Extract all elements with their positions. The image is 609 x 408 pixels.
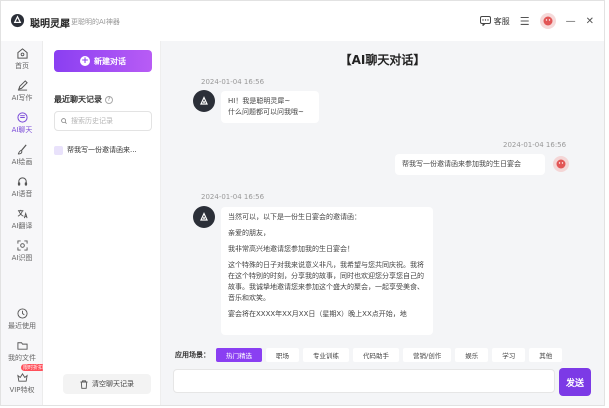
message-line: 帮我写一份邀请函来参加我的生日宴会 (402, 160, 521, 168)
bot-avatar (193, 206, 215, 228)
home-icon (16, 47, 28, 59)
scene-chip-entertainment[interactable]: 娱乐 (455, 348, 489, 362)
bot-avatar (193, 90, 215, 112)
vip-icon (16, 372, 28, 382)
chat-bubble-icon (54, 145, 63, 155)
message-paragraph: 当然可以，以下是一份生日宴会的邀请函： (228, 213, 361, 221)
user-message-bubble: 帮我写一份邀请函来参加我的生日宴会 (395, 154, 545, 175)
folder-icon (16, 341, 28, 350)
message-timestamp: 2024-01-04 16:56 (503, 141, 567, 149)
message-input[interactable] (173, 369, 555, 393)
headphone-icon (17, 176, 27, 186)
nav-item-voice[interactable]: AI语音 (1, 171, 43, 203)
user-avatar[interactable] (539, 13, 556, 29)
message-paragraph: 亲爱的朋友， (228, 229, 270, 237)
avatar-face-icon (543, 16, 553, 26)
nav-label: AI绘画 (11, 157, 33, 166)
history-item[interactable]: 帮我写一份邀请函来... (54, 145, 154, 155)
nav-item-writing[interactable]: AI写作 (1, 75, 43, 107)
nav-label: AI聊天 (11, 125, 33, 134)
user-message-avatar (553, 156, 569, 172)
chat-icon (16, 111, 28, 123)
history-search[interactable] (54, 111, 152, 131)
bot-logo-icon (200, 96, 208, 105)
message-line: 什么问题都可以问我哦~ (228, 108, 304, 116)
scan-icon (16, 239, 28, 251)
scene-selector: 应用场景： 热门精选 职场 专业训练 代码助手 营销/创作 娱乐 学习 其他 (175, 348, 563, 362)
nav-label: AI识图 (11, 253, 33, 262)
app-logo-icon (10, 13, 25, 28)
message-paragraph: 宴会将在XXXX年XX月XX日（星期X）晚上XX点开始，地 (228, 310, 407, 318)
nav-label: 我的文件 (8, 353, 36, 362)
scene-label: 应用场景： (175, 351, 210, 359)
trash-icon (80, 379, 88, 389)
new-chat-label: 新建对话 (94, 56, 126, 66)
nav-item-chat[interactable]: AI聊天 (1, 107, 43, 139)
scene-chip-study[interactable]: 学习 (492, 348, 526, 362)
scene-chip-training[interactable]: 专业训练 (303, 348, 349, 362)
menu-icon[interactable]: ☰ (520, 15, 530, 28)
nav-item-files[interactable]: 我的文件 (1, 335, 43, 367)
nav-item-painting[interactable]: AI绘画 (1, 139, 43, 171)
minimize-icon[interactable]: — (566, 16, 576, 27)
plus-icon: + (80, 56, 90, 66)
bot-logo-icon (200, 212, 208, 221)
app-name: 聪明灵犀 (30, 19, 70, 30)
nav-label: 首页 (15, 61, 29, 70)
help-icon[interactable]: ? (105, 95, 113, 104)
customer-service-button[interactable]: 客服 (479, 16, 510, 27)
nav-item-recent[interactable]: 最近使用 (1, 303, 43, 335)
translate-icon (17, 209, 28, 218)
top-bar: 聪明灵犀 更聪明的AI神器 客服 ☰ — ✕ (1, 1, 604, 41)
nav-item-home[interactable]: 首页 (1, 43, 43, 75)
bot-message-bubble: 当然可以，以下是一份生日宴会的邀请函： 亲爱的朋友， 我非常高兴地邀请您参加我的… (221, 207, 433, 335)
scene-chip-marketing[interactable]: 营销/创作 (403, 348, 452, 362)
message-timestamp: 2024-01-04 16:56 (201, 193, 265, 201)
nav-item-image-recognition[interactable]: AI识图 (1, 235, 43, 267)
scene-chip-work[interactable]: 职场 (266, 348, 299, 362)
message-paragraph: 这个特殊的日子对我来说意义非凡，我希望与您共同庆祝。我将在这个特别的时刻，分享我… (228, 261, 424, 302)
scene-chip-hot[interactable]: 热门精选 (216, 348, 262, 362)
app-slogan: 更聪明的AI神器 (71, 18, 120, 26)
clear-history-label: 清空聊天记录 (92, 380, 134, 388)
nav-label: VIP特权 (9, 385, 35, 394)
message-timestamp: 2024-01-04 16:56 (201, 78, 265, 86)
recent-chats-title: 最近聊天记录 (54, 95, 102, 104)
chat-area: 【AI聊天对话】 2024-01-04 16:56 HI！我是聪明灵犀~ 什么问… (161, 41, 604, 405)
vip-discount-badge: 限时折扣 (21, 364, 46, 371)
nav-label: AI翻译 (11, 221, 33, 230)
message-paragraph: 我非常高兴地邀请您参加我的生日宴会！ (228, 245, 354, 253)
clock-icon (16, 307, 28, 319)
chat-history-panel: + 新建对话 最近聊天记录 ? 帮我写一份邀请函来... 清空聊天记录 (43, 41, 161, 405)
clear-history-button[interactable]: 清空聊天记录 (63, 374, 151, 394)
message-icon (479, 16, 491, 26)
history-item-title: 帮我写一份邀请函来... (67, 146, 137, 154)
new-chat-button[interactable]: + 新建对话 (54, 50, 152, 72)
customer-service-label: 客服 (493, 16, 510, 26)
recent-chats-heading: 最近聊天记录 ? (54, 94, 113, 105)
left-nav-rail: 首页 AI写作 AI聊天 AI绘画 AI语音 AI翻译 AI识图 最近使用 我的… (1, 41, 46, 405)
scene-chip-code[interactable]: 代码助手 (353, 348, 399, 362)
nav-label: 最近使用 (8, 321, 36, 330)
close-icon[interactable]: ✕ (586, 16, 594, 27)
pen-icon (17, 79, 28, 91)
brush-icon (17, 144, 27, 155)
message-line: HI！我是聪明灵犀~ (228, 97, 291, 105)
send-button[interactable]: 发送 (559, 368, 591, 396)
chat-title: 【AI聊天对话】 (339, 53, 426, 67)
nav-label: AI写作 (11, 93, 33, 102)
app-window: 聪明灵犀 更聪明的AI神器 客服 ☰ — ✕ 首页 AI写作 AI聊天 AI绘画… (0, 0, 605, 406)
nav-item-vip[interactable]: 限时折扣 VIP特权 (1, 364, 46, 399)
bot-message-bubble: HI！我是聪明灵犀~ 什么问题都可以问我哦~ (221, 91, 319, 123)
top-right-actions: 客服 ☰ — ✕ (479, 13, 594, 29)
search-icon (61, 118, 67, 124)
history-search-input[interactable] (71, 117, 151, 125)
avatar-face-icon (556, 159, 566, 169)
nav-item-translate[interactable]: AI翻译 (1, 203, 43, 235)
scene-chip-other[interactable]: 其他 (529, 348, 563, 362)
nav-label: AI语音 (11, 189, 33, 198)
